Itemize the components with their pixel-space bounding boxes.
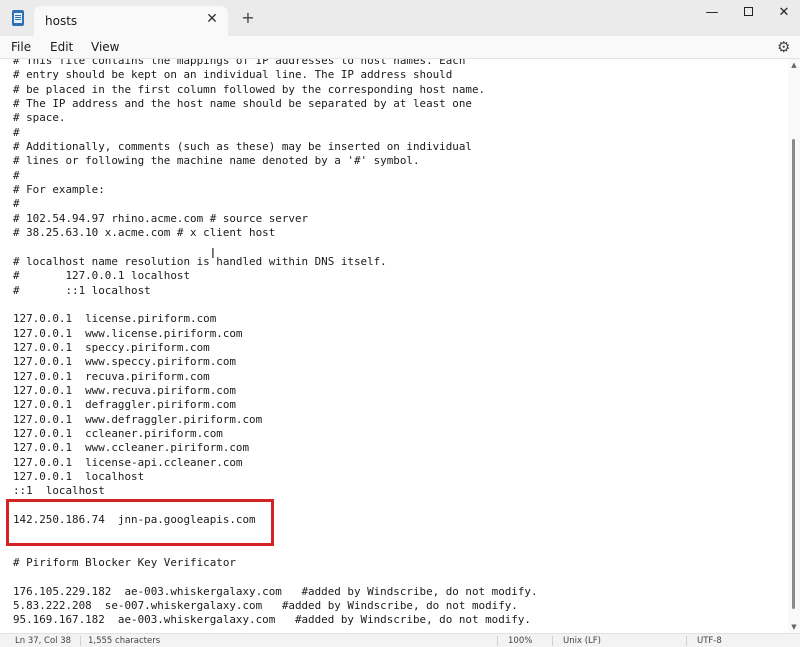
editor-line[interactable]: # Piriform Blocker Key Verificator [13, 556, 538, 570]
text-editor[interactable]: # This file contains the mappings of IP … [0, 59, 788, 633]
editor-line[interactable]: ::1 localhost [13, 484, 538, 498]
editor-line[interactable]: # 38.25.63.10 x.acme.com # x client host [13, 226, 538, 240]
editor-line[interactable]: 127.0.0.1 www.license.piriform.com [13, 327, 538, 341]
editor-line[interactable]: 127.0.0.1 www.defraggler.piriform.com [13, 413, 538, 427]
editor-line[interactable]: # lines or following the machine name de… [13, 154, 538, 168]
editor-line[interactable]: 5.83.222.208 se-007.whiskergalaxy.com #a… [13, 599, 538, 613]
scroll-up-icon[interactable]: ▲ [790, 61, 798, 69]
status-zoom[interactable]: 100% [508, 636, 532, 646]
menu-view[interactable]: View [91, 40, 119, 54]
editor-line[interactable]: # 102.54.94.97 rhino.acme.com # source s… [13, 212, 538, 226]
maximize-button[interactable] [728, 0, 768, 28]
status-position: Ln 37, Col 38 [15, 636, 72, 646]
gear-icon[interactable]: ⚙ [777, 39, 793, 55]
notepad-icon [12, 10, 24, 26]
editor-line[interactable]: # For example: [13, 183, 538, 197]
scrollbar-thumb[interactable] [792, 139, 795, 609]
status-line-ending[interactable]: Unix (LF) [563, 636, 601, 646]
editor-line[interactable] [13, 240, 538, 254]
editor-line[interactable]: 176.105.229.182 ae-003.whiskergalaxy.com… [13, 585, 538, 599]
text-cursor-icon: Ι [211, 247, 215, 262]
close-window-button[interactable]: ✕ [764, 0, 800, 28]
status-separator [497, 636, 498, 646]
editor-line[interactable]: # entry should be kept on an individual … [13, 68, 538, 82]
status-separator [80, 636, 81, 646]
editor-line[interactable]: 127.0.0.1 www.ccleaner.piriform.com [13, 441, 538, 455]
editor-line[interactable]: # [13, 197, 538, 211]
editor-line[interactable]: # space. [13, 111, 538, 125]
editor-line[interactable] [13, 570, 538, 584]
editor-line[interactable]: 127.0.0.1 www.speccy.piriform.com [13, 355, 538, 369]
tab-title: hosts [45, 14, 78, 28]
editor-line[interactable]: # 127.0.0.1 localhost [13, 269, 538, 283]
editor-line[interactable]: 127.0.0.1 www.recuva.piriform.com [13, 384, 538, 398]
editor-line[interactable]: 127.0.0.1 ccleaner.piriform.com [13, 427, 538, 441]
editor-line[interactable]: # [13, 169, 538, 183]
maximize-icon [743, 7, 753, 16]
vertical-scrollbar[interactable]: ▲ ▼ [788, 59, 800, 633]
close-tab-icon[interactable]: ✕ [204, 11, 220, 27]
editor-line[interactable]: 127.0.0.1 license-api.ccleaner.com [13, 456, 538, 470]
editor-line[interactable]: # [13, 126, 538, 140]
tab-hosts[interactable]: hosts ✕ [34, 6, 228, 36]
editor-line[interactable]: 127.0.0.1 defraggler.piriform.com [13, 398, 538, 412]
editor-line[interactable]: # Additionally, comments (such as these)… [13, 140, 538, 154]
editor-line[interactable]: 127.0.0.1 speccy.piriform.com [13, 341, 538, 355]
editor-line[interactable]: 95.169.167.182 ae-003.whiskergalaxy.com … [13, 613, 538, 627]
highlight-box [6, 499, 274, 546]
editor-line[interactable]: # This file contains the mappings of IP … [13, 59, 538, 68]
editor-line[interactable] [13, 298, 538, 312]
editor-line[interactable]: 127.0.0.1 recuva.piriform.com [13, 370, 538, 384]
menu-edit[interactable]: Edit [50, 40, 73, 54]
scroll-down-icon[interactable]: ▼ [790, 623, 798, 631]
editor-line[interactable]: # localhost name resolution is handled w… [13, 255, 538, 269]
editor-line[interactable]: 127.0.0.1 localhost [13, 470, 538, 484]
status-separator [552, 636, 553, 646]
editor-line[interactable]: # ::1 localhost [13, 284, 538, 298]
menu-bar: File Edit View ⚙ [0, 36, 800, 59]
menu-file[interactable]: File [11, 40, 31, 54]
status-bar: Ln 37, Col 38 1,555 characters 100% Unix… [0, 633, 800, 647]
editor-line[interactable]: # The IP address and the host name shoul… [13, 97, 538, 111]
status-separator [686, 636, 687, 646]
editor-line[interactable]: # be placed in the first column followed… [13, 83, 538, 97]
new-tab-button[interactable]: + [240, 10, 256, 26]
status-characters: 1,555 characters [88, 636, 161, 646]
minimize-button[interactable]: — [692, 0, 732, 28]
title-bar: hosts ✕ + — ✕ [0, 0, 800, 36]
editor-line[interactable]: 127.0.0.1 license.piriform.com [13, 312, 538, 326]
status-encoding[interactable]: UTF-8 [697, 636, 722, 646]
